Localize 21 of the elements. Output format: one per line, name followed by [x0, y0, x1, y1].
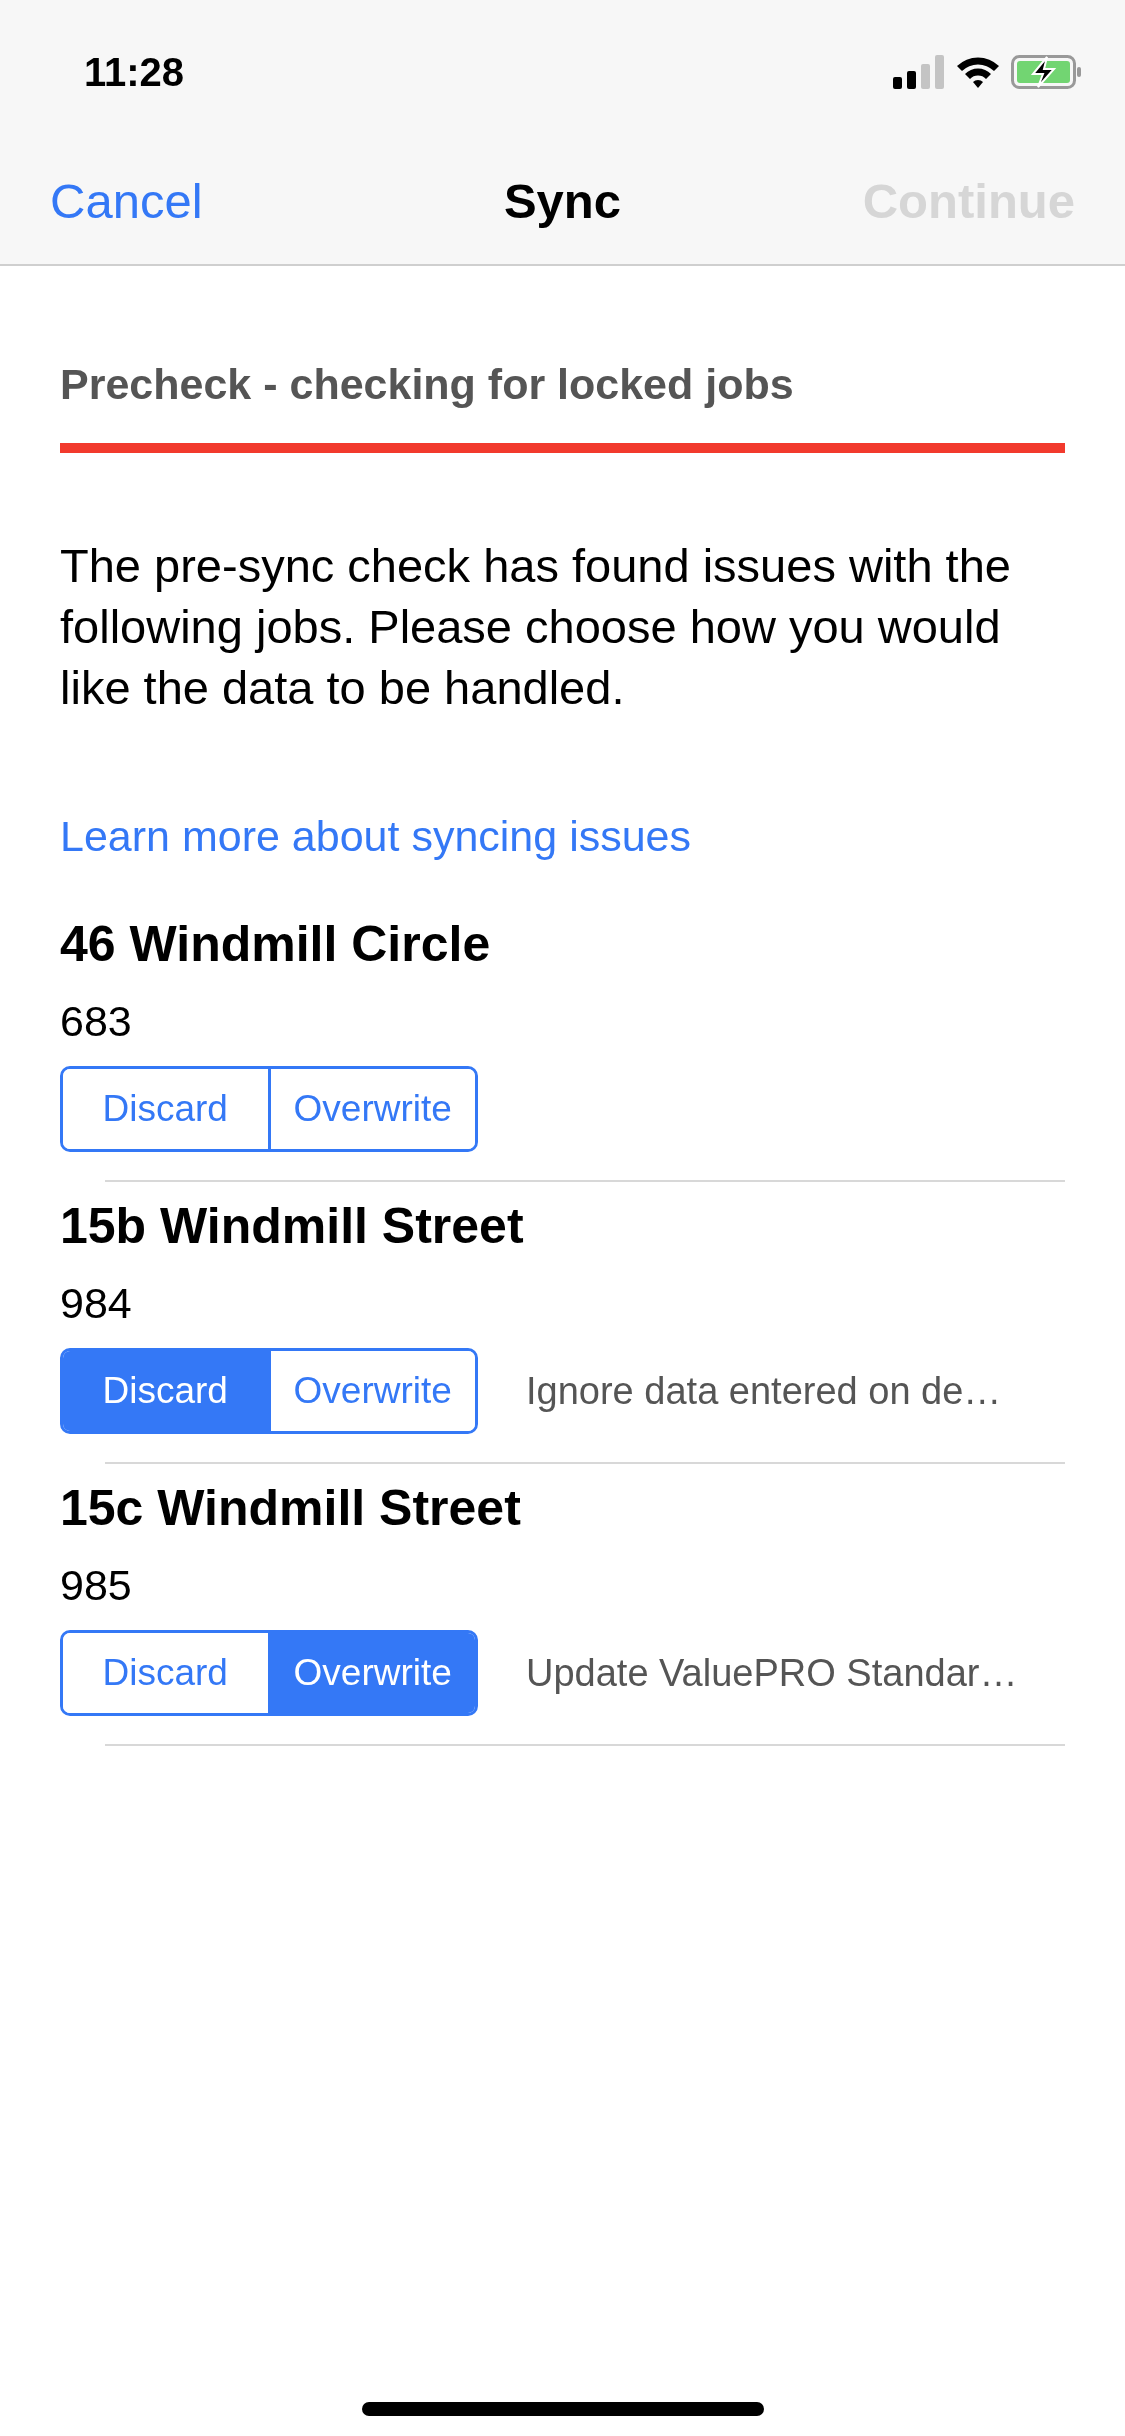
cancel-button[interactable]: Cancel — [50, 165, 203, 239]
job-title: 46 Windmill Circle — [60, 915, 492, 974]
job-number: 985 — [60, 1560, 133, 1610]
segment-option[interactable]: Overwrite — [267, 1069, 475, 1149]
option-description: Ignore data entered on de… — [526, 1368, 1002, 1414]
nav-title: Sync — [503, 173, 622, 231]
step-title: Precheck - checking for locked jobs — [60, 359, 795, 410]
segment-option[interactable]: Overwrite — [267, 1351, 475, 1431]
signal-icon — [893, 55, 945, 89]
wifi-icon — [955, 55, 1001, 89]
segment-option[interactable]: Overwrite — [267, 1633, 475, 1713]
job-number: 984 — [60, 1278, 133, 1328]
learn-more-link[interactable]: Learn more about syncing issues — [60, 803, 1065, 868]
info-message: The pre-sync check has found issues with the following jobs. Please choose how you would like the data to be handled. — [60, 537, 1012, 716]
job-title: 15c Windmill Street — [60, 1479, 522, 1538]
segment-option[interactable]: Discard — [63, 1351, 268, 1431]
job-title: 15b Windmill Street — [60, 1197, 525, 1256]
option-description: Update ValuePRO Standar… — [526, 1650, 1018, 1696]
battery-charging-icon — [1011, 55, 1083, 89]
job-number: 683 — [60, 996, 133, 1046]
status-time: 11:28 — [84, 49, 185, 96]
